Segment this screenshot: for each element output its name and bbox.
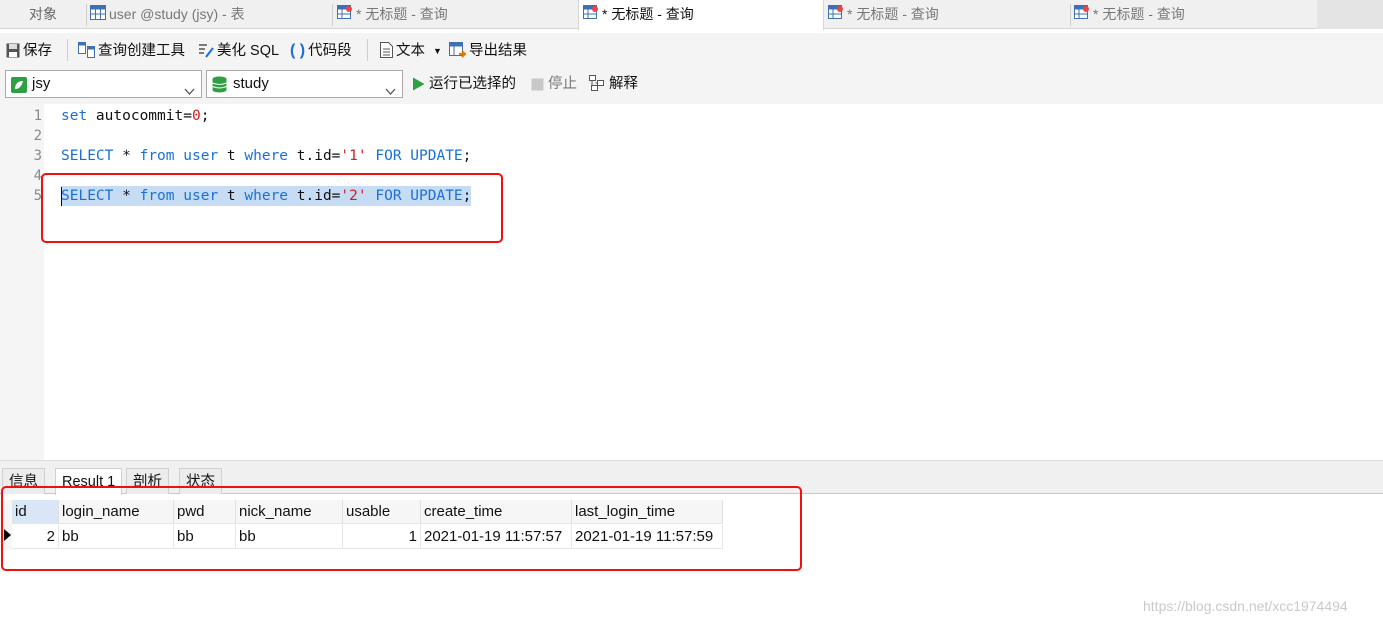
sql-text: t.id= <box>288 148 341 164</box>
save-label: 保存 <box>23 43 52 59</box>
connection-value: jsy <box>32 75 51 92</box>
query-builder-button[interactable]: 查询创建工具 <box>78 40 185 62</box>
code-line-1: set autocommit=0; <box>61 106 209 126</box>
run-selected-button[interactable]: 运行已选择的 <box>412 73 516 95</box>
tab-query-1[interactable]: * 无标题 - 查询 <box>337 0 577 29</box>
stop-icon <box>531 76 544 98</box>
line-number-gutter: 1 2 3 4 5 <box>0 104 44 460</box>
tab-separator <box>86 4 87 26</box>
sql-keyword: from <box>139 148 175 164</box>
query-icon <box>337 1 353 30</box>
export-result-label: 导出结果 <box>469 43 527 59</box>
line-number: 4 <box>33 168 42 184</box>
tab-bar: 对象 user @study (jsy) - 表 * 无标题 - 查询 * 无标… <box>0 0 1383 30</box>
connection-toolbar: jsy study 运行已选择的 停止 解释 <box>0 67 1383 104</box>
tab-bar-filler <box>1317 0 1383 29</box>
export-icon <box>449 42 468 65</box>
panel-splitter[interactable] <box>0 460 1383 468</box>
line-number: 2 <box>33 128 42 144</box>
highlight-box-query <box>41 173 503 243</box>
editor-toolbar: 保存 查询创建工具 美化 SQL ( ) 代码段 文本 ▼ 导出结果 <box>0 33 1383 67</box>
tab-label: * 无标题 - 查询 <box>356 6 448 22</box>
tab-objects[interactable]: 对象 <box>0 0 86 29</box>
line-number: 3 <box>33 148 42 164</box>
chevron-down-icon: ▼ <box>433 46 442 56</box>
query-builder-label: 查询创建工具 <box>98 43 185 59</box>
run-selected-label: 运行已选择的 <box>429 76 516 92</box>
tab-query-active[interactable]: * 无标题 - 查询 <box>578 0 824 30</box>
toolbar-separator <box>67 39 68 61</box>
explain-button[interactable]: 解释 <box>589 73 638 95</box>
save-icon <box>6 43 20 65</box>
tab-query-4[interactable]: * 无标题 - 查询 <box>1074 0 1314 29</box>
sql-text: t <box>218 148 245 164</box>
line-number: 1 <box>33 108 42 124</box>
sql-text: ; <box>462 148 472 164</box>
sql-keyword: where <box>244 148 289 164</box>
sql-text: * <box>113 148 140 164</box>
tab-label: * 无标题 - 查询 <box>847 6 939 22</box>
database-value: study <box>233 75 269 92</box>
tab-label: * 无标题 - 查询 <box>602 6 694 22</box>
query-icon <box>1074 1 1090 30</box>
query-builder-icon <box>78 42 95 65</box>
sql-string: '1' <box>340 148 367 164</box>
tab-separator <box>332 4 333 26</box>
highlight-box-result <box>1 486 802 571</box>
toolbar-separator <box>367 39 368 61</box>
sql-text: ; <box>200 108 210 124</box>
sql-keyword: SELECT <box>61 148 114 164</box>
code-snippet-label: 代码段 <box>308 43 352 59</box>
explain-label: 解释 <box>609 76 638 92</box>
connection-select[interactable]: jsy <box>5 70 202 98</box>
sql-keyword: FOR UPDATE <box>375 148 463 164</box>
connection-icon <box>11 76 27 102</box>
text-label: 文本 <box>396 43 425 59</box>
tab-user-table[interactable]: user @study (jsy) - 表 <box>90 0 330 29</box>
sql-text: autocommit= <box>87 108 192 124</box>
play-icon <box>412 76 425 98</box>
table-icon <box>90 1 106 30</box>
database-icon <box>212 76 227 102</box>
watermark: https://blog.csdn.net/xcc1974494 <box>1143 598 1348 614</box>
query-icon <box>583 1 599 30</box>
sql-number: 0 <box>191 108 201 124</box>
query-icon <box>828 1 844 30</box>
document-icon <box>380 42 393 65</box>
line-number: 5 <box>33 188 42 204</box>
text-button[interactable]: 文本 ▼ <box>380 40 442 62</box>
code-snippet-icon: ( ) <box>290 42 306 59</box>
database-select[interactable]: study <box>206 70 403 98</box>
code-snippet-button[interactable]: ( ) 代码段 <box>290 40 352 62</box>
code-line-3: SELECT * from user t where t.id='1' FOR … <box>61 146 471 166</box>
chevron-down-icon <box>184 79 195 105</box>
sql-editor[interactable]: 1 2 3 4 5 set autocommit=0; SELECT * fro… <box>0 104 1383 460</box>
chevron-down-icon <box>385 79 396 105</box>
stop-button[interactable]: 停止 <box>531 73 577 95</box>
beautify-sql-button[interactable]: 美化 SQL <box>198 40 279 62</box>
tab-separator <box>1070 4 1071 26</box>
stop-label: 停止 <box>548 76 577 92</box>
sql-keyword: user <box>183 148 219 164</box>
sql-keyword: set <box>61 108 88 124</box>
beautify-sql-label: 美化 SQL <box>217 43 280 59</box>
tab-query-3[interactable]: * 无标题 - 查询 <box>828 0 1068 29</box>
beautify-icon <box>198 42 214 65</box>
export-result-button[interactable]: 导出结果 <box>449 40 527 62</box>
save-button[interactable]: 保存 <box>6 40 52 62</box>
tab-label: * 无标题 - 查询 <box>1093 6 1185 22</box>
tab-label: user @study (jsy) - 表 <box>109 6 245 22</box>
explain-icon <box>589 75 605 98</box>
